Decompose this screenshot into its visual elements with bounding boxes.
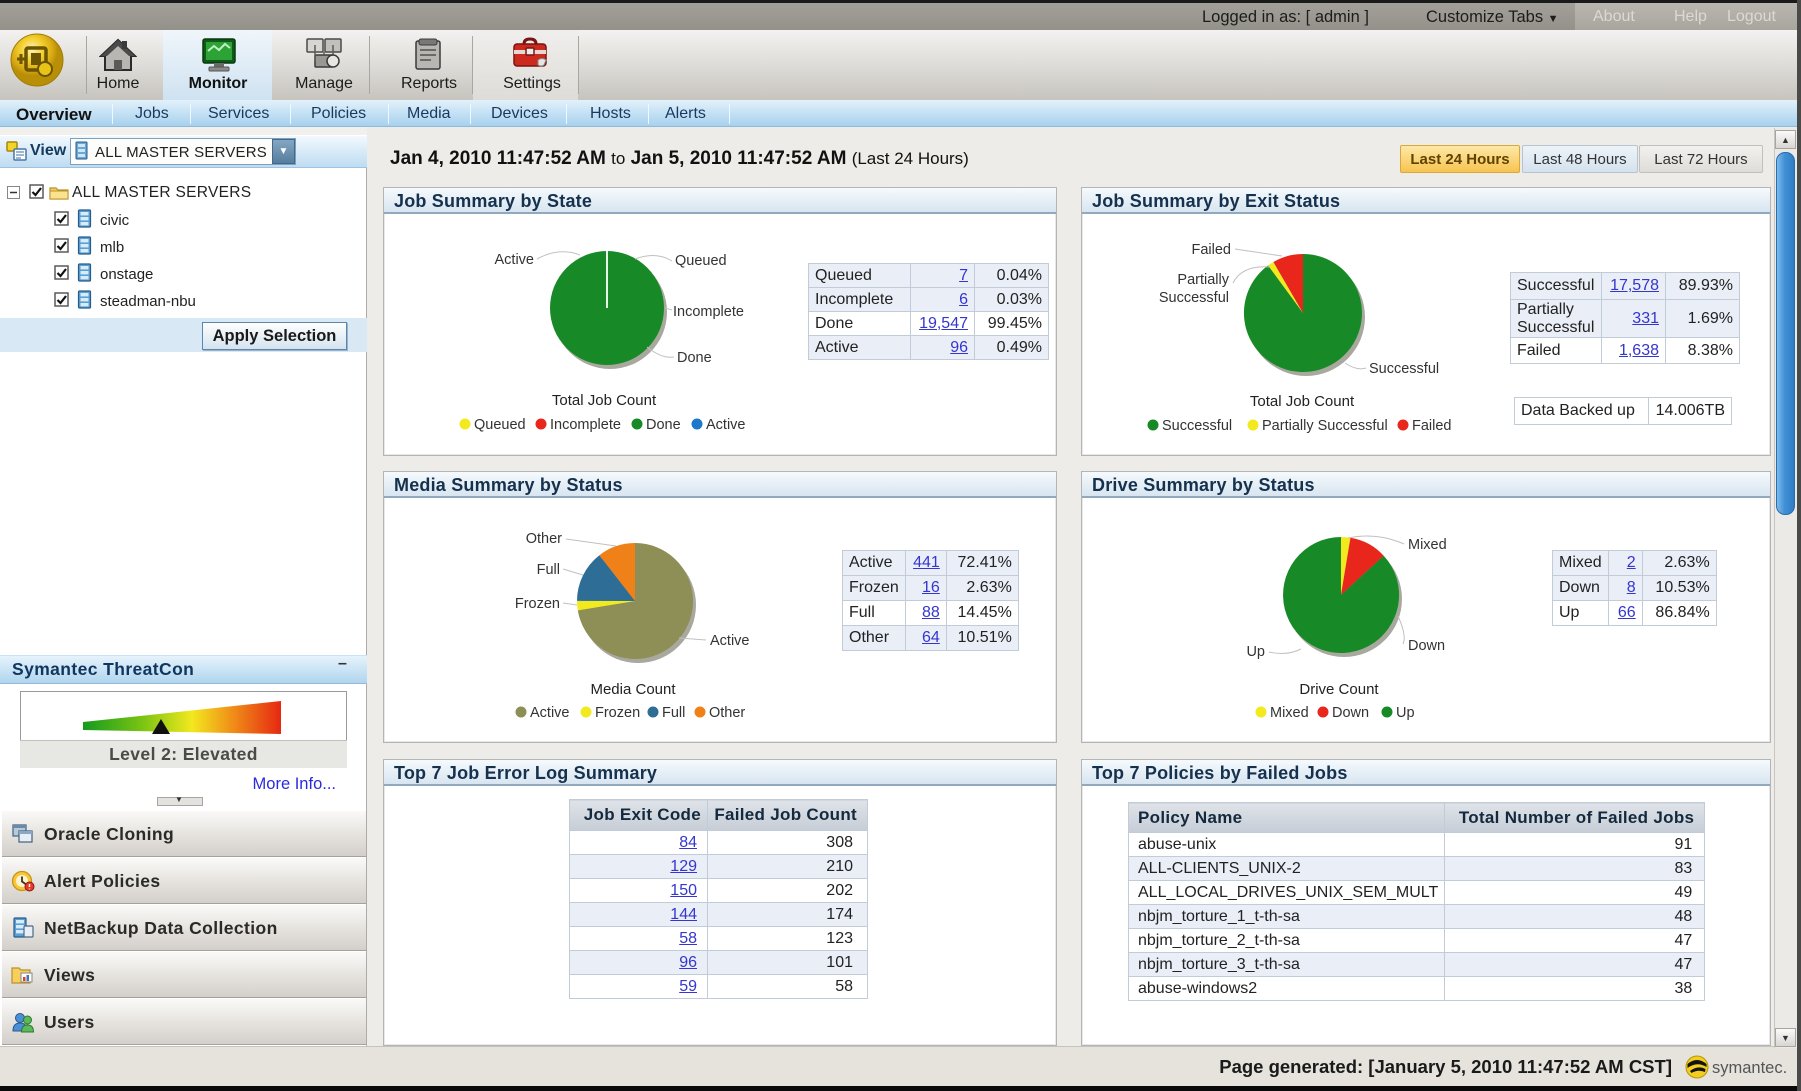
svg-text:Incomplete: Incomplete (550, 417, 621, 433)
svg-text:Active: Active (706, 417, 746, 433)
svg-text:Failed: Failed (1412, 418, 1452, 434)
svg-text:Queued: Queued (675, 253, 727, 269)
svg-text:Failed: Failed (1192, 242, 1232, 258)
svg-text:Mixed: Mixed (1270, 705, 1309, 721)
svg-text:Total Job Count: Total Job Count (1250, 393, 1355, 410)
svg-text:Frozen: Frozen (515, 596, 560, 612)
svg-text:Done: Done (677, 350, 712, 366)
svg-text:Successful: Successful (1162, 418, 1232, 434)
svg-text:Partially: Partially (1177, 272, 1229, 288)
svg-text:Successful: Successful (1159, 290, 1229, 306)
svg-text:Down: Down (1408, 638, 1445, 654)
svg-text:Incomplete: Incomplete (673, 304, 744, 320)
svg-text:Full: Full (537, 562, 560, 578)
svg-text:Down: Down (1332, 705, 1369, 721)
svg-text:Up: Up (1246, 644, 1265, 660)
svg-text:Drive Count: Drive Count (1299, 681, 1379, 698)
svg-text:Mixed: Mixed (1408, 537, 1447, 553)
svg-text:Other: Other (709, 705, 745, 721)
svg-text:Other: Other (526, 531, 562, 547)
svg-text:Active: Active (710, 633, 750, 649)
svg-text:Media Count: Media Count (590, 681, 676, 698)
svg-text:Frozen: Frozen (595, 705, 640, 721)
svg-text:Total Job Count: Total Job Count (552, 392, 657, 409)
svg-text:Partially Successful: Partially Successful (1262, 418, 1388, 434)
svg-text:Active: Active (495, 252, 535, 268)
svg-text:Done: Done (646, 417, 681, 433)
svg-text:Queued: Queued (474, 417, 526, 433)
svg-text:Active: Active (530, 705, 570, 721)
svg-text:Full: Full (662, 705, 685, 721)
svg-text:Up: Up (1396, 705, 1415, 721)
svg-text:Successful: Successful (1369, 361, 1439, 377)
